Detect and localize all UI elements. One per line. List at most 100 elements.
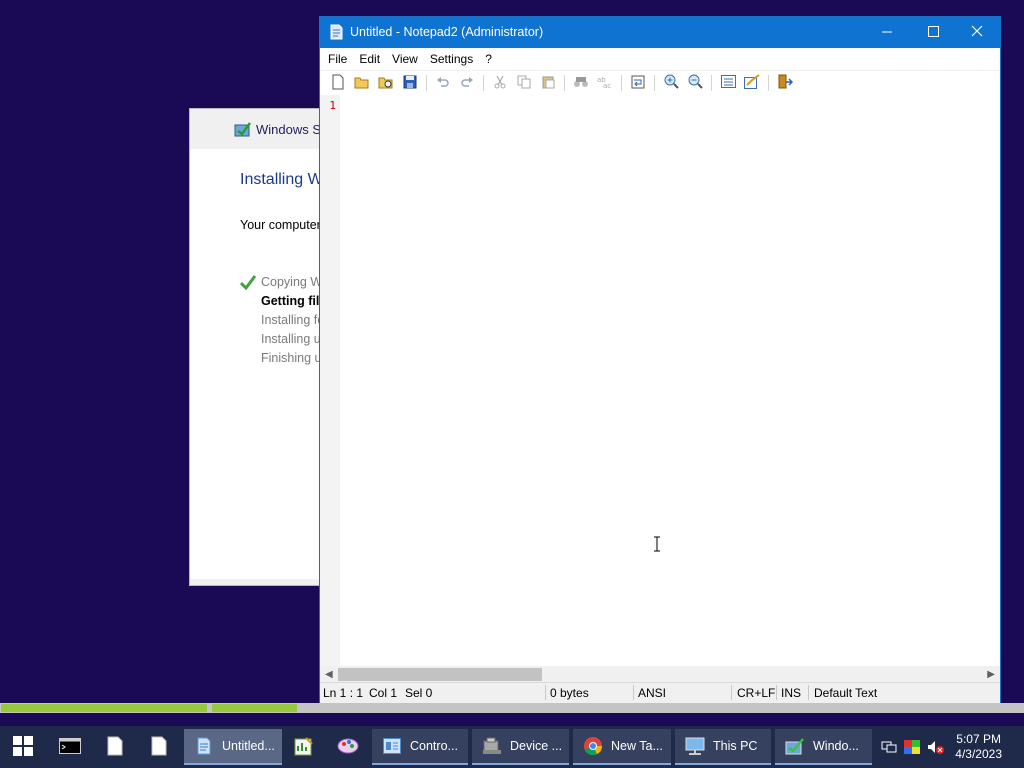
taskbar: Untitled... Contro... Device ... New Ta.…	[0, 726, 1024, 768]
toolbar-separator	[621, 75, 622, 91]
status-scheme: Default Text	[814, 686, 878, 700]
new-file-icon	[331, 74, 345, 93]
notepad-titlebar[interactable]: Untitled - Notepad2 (Administrator)	[320, 17, 1000, 48]
task-notepad2[interactable]: Untitled...	[184, 729, 282, 765]
volume-muted-icon[interactable]	[924, 740, 948, 754]
menu-edit[interactable]: Edit	[355, 48, 388, 70]
scheme-button[interactable]	[716, 72, 740, 94]
command-prompt-icon	[59, 737, 81, 757]
clock-date: 4/3/2023	[955, 747, 1002, 761]
undo-button[interactable]	[431, 72, 455, 94]
ibeam-cursor-icon	[653, 536, 661, 555]
toolbar-separator	[426, 75, 427, 91]
svg-text:ac: ac	[603, 82, 611, 89]
cut-button[interactable]	[488, 72, 512, 94]
setup-step: Finishing u	[261, 351, 322, 365]
undo-icon	[436, 75, 450, 92]
task-device-manager[interactable]: Device ...	[472, 729, 569, 765]
windows-setup-window[interactable]: Windows Se Installing W Your computer Co…	[189, 108, 329, 586]
zoom-out-button[interactable]	[683, 72, 707, 94]
device-manager-icon	[482, 736, 502, 756]
line-number: 1	[329, 99, 336, 112]
paste-button[interactable]	[536, 72, 560, 94]
paste-icon	[541, 75, 555, 92]
toolbar-separator	[711, 75, 712, 91]
status-position: Ln 1 : 1	[323, 686, 364, 700]
setup-step: Installing u	[261, 332, 321, 346]
setup-body: Installing W Your computer Copying W Get…	[190, 149, 328, 579]
setup-steps: Copying W Getting fil Installing fe Inst…	[239, 273, 324, 368]
maximize-icon	[927, 25, 939, 40]
document-icon	[107, 736, 123, 759]
redo-button[interactable]	[455, 72, 479, 94]
taskbar-pinned-app[interactable]	[285, 731, 323, 763]
start-button[interactable]	[4, 731, 42, 763]
exit-icon	[777, 74, 794, 92]
menu-view[interactable]: View	[388, 48, 426, 70]
scroll-left-icon[interactable]: ◀	[325, 669, 333, 680]
exit-button[interactable]	[773, 72, 797, 94]
taskbar-file-1[interactable]	[96, 731, 134, 763]
menu-help[interactable]: ?	[481, 48, 500, 70]
maximize-button[interactable]	[910, 17, 956, 48]
wrap-button[interactable]	[626, 72, 650, 94]
status-sel: Sel 0	[405, 686, 433, 700]
editor-area[interactable]: 1	[320, 95, 1000, 666]
status-encoding: ANSI	[638, 686, 667, 700]
taskbar-file-2[interactable]	[140, 731, 178, 763]
setup-titlebar[interactable]: Windows Se	[190, 109, 328, 149]
taskbar-cmd[interactable]	[51, 731, 89, 763]
chrome-icon	[583, 736, 603, 756]
save-button[interactable]	[398, 72, 422, 94]
browse-button[interactable]	[374, 72, 398, 94]
minimize-button[interactable]	[864, 17, 910, 48]
close-icon	[971, 25, 983, 40]
progress-segment	[212, 704, 297, 712]
network-icon[interactable]	[878, 740, 900, 754]
minimize-icon	[881, 26, 893, 40]
horizontal-scrollbar[interactable]: ◀ ▶	[320, 666, 1000, 683]
setup-title: Windows Se	[256, 121, 329, 137]
scrollbar-thumb[interactable]	[338, 668, 542, 681]
notepad-icon	[329, 24, 343, 43]
clock-time: 5:07 PM	[956, 732, 1001, 746]
status-eol: CR+LF	[737, 686, 776, 700]
new-button[interactable]	[326, 72, 350, 94]
system-clock[interactable]: 5:07 PM 4/3/2023	[955, 732, 1002, 762]
menu-file[interactable]: File	[324, 48, 355, 70]
taskbar-paint[interactable]	[329, 731, 367, 763]
system-tray	[878, 726, 948, 768]
replace-icon: ab ac	[597, 75, 613, 92]
setup-description: Your computer	[240, 218, 321, 232]
document-icon	[151, 736, 167, 759]
toolbar-separator	[654, 75, 655, 91]
zoom-in-button[interactable]	[659, 72, 683, 94]
replace-button[interactable]: ab ac	[593, 72, 617, 94]
copy-button[interactable]	[512, 72, 536, 94]
task-this-pc[interactable]: This PC	[675, 729, 771, 765]
display-color-icon[interactable]	[900, 740, 924, 754]
open-button[interactable]	[350, 72, 374, 94]
control-panel-icon	[382, 736, 402, 756]
zoom-in-icon	[664, 74, 679, 92]
menu-settings[interactable]: Settings	[426, 48, 481, 70]
menu-bar: File Edit View Settings ?	[320, 48, 1000, 71]
task-windows-setup[interactable]: Windo...	[775, 729, 872, 765]
task-control-panel[interactable]: Contro...	[372, 729, 468, 765]
windows-logo-icon	[13, 735, 33, 759]
copy-icon	[517, 75, 531, 92]
progress-segment	[1, 704, 207, 712]
notepad2-window[interactable]: Untitled - Notepad2 (Administrator) File…	[319, 16, 1001, 704]
save-icon	[403, 75, 417, 92]
setup-icon	[234, 121, 252, 140]
toolbar-separator	[564, 75, 565, 91]
customize-button[interactable]	[740, 72, 764, 94]
task-chrome[interactable]: New Ta...	[573, 729, 671, 765]
close-button[interactable]	[954, 17, 1000, 48]
settings-icon	[744, 74, 760, 92]
scroll-right-icon[interactable]: ▶	[987, 669, 995, 680]
open-folder-icon	[354, 75, 370, 92]
find-button[interactable]	[569, 72, 593, 94]
setup-step: Copying W	[239, 273, 324, 292]
find-icon	[573, 75, 589, 92]
